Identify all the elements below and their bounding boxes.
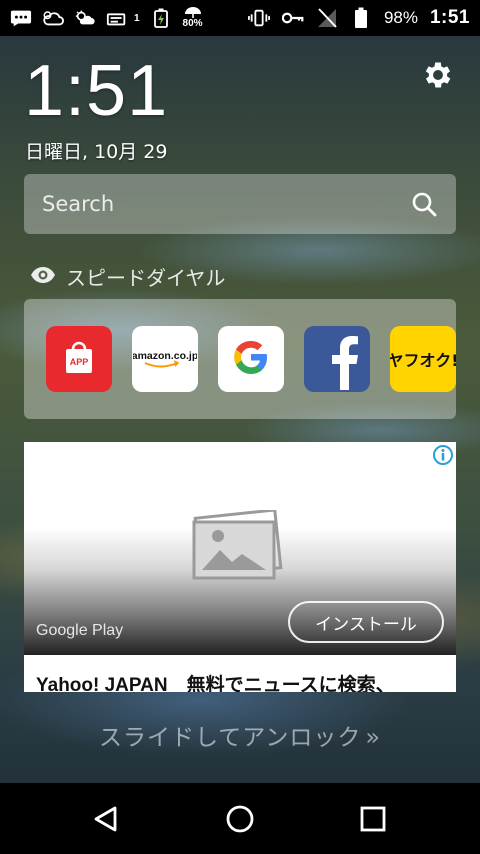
slide-to-unlock[interactable]: スライドしてアンロック» [0, 718, 480, 752]
install-button[interactable]: インストール [288, 601, 444, 643]
image-placeholder-icon [188, 508, 284, 582]
speed-dial-amazon[interactable]: amazon.co.jp [132, 326, 198, 392]
back-triangle-icon [90, 806, 122, 839]
app-icon-text: APP [70, 357, 89, 367]
unlock-label: スライドしてアンロック [98, 725, 362, 751]
search-placeholder: Search [42, 192, 115, 216]
speed-dial-header: スピードダイヤル [30, 262, 225, 291]
amazon-logo-text: amazon.co.jp [133, 350, 197, 362]
vibrate-icon [247, 9, 270, 27]
sim-notification-icon [106, 9, 128, 27]
speed-dial-panel: APP amazon.co.jp ヤフオク! [24, 299, 456, 419]
partly-sunny-icon [74, 9, 96, 27]
messages-icon [10, 9, 32, 27]
speed-dial-app-store[interactable]: APP [46, 326, 112, 392]
speed-dial-facebook[interactable] [304, 326, 370, 392]
ad-title: Yahoo! JAPAN 無料でニュースに検索、 [36, 675, 395, 692]
settings-gear-icon[interactable] [421, 58, 455, 92]
app-store-icon: APP [59, 337, 99, 381]
no-signal-icon [316, 8, 338, 28]
speed-dial-label: スピードダイヤル [66, 266, 226, 290]
umbrella-icon: 80% [182, 4, 204, 32]
status-bar-right: 98% 1:51 [247, 7, 470, 29]
recents-square-icon [357, 806, 389, 839]
battery-charging-icon [150, 8, 172, 28]
lock-clock: 1:51 [24, 51, 169, 131]
status-bar-left: 1 80% [10, 4, 204, 32]
double-chevron-icon: » [365, 723, 382, 751]
ad-info-icon[interactable] [432, 444, 454, 466]
ad-source: Google Play [36, 622, 124, 639]
cloudy-weather-icon [42, 9, 64, 27]
speed-dial-google[interactable] [218, 326, 284, 392]
home-button[interactable] [224, 803, 256, 835]
yahuoku-icon: ヤフオク! [390, 351, 456, 370]
recents-button[interactable] [357, 803, 389, 835]
navigation-bar [0, 783, 480, 854]
ad-media: Google Play インストール [24, 442, 456, 655]
search-icon[interactable] [410, 190, 438, 218]
ad-card[interactable]: Google Play インストール Yahoo! JAPAN 無料でニュースに… [24, 442, 456, 692]
lock-date: 日曜日, 10月 29 [25, 141, 168, 163]
facebook-icon [304, 326, 370, 392]
home-circle-icon [224, 805, 256, 839]
speed-dial-yahuoku[interactable]: ヤフオク! [390, 326, 456, 392]
eye-icon [30, 265, 56, 289]
search-bar[interactable]: Search [24, 174, 456, 234]
battery-percent: 98% [383, 8, 418, 27]
status-bar: 1 80% 98% 1:51 [0, 0, 480, 36]
battery-icon [350, 7, 372, 28]
amazon-icon: amazon.co.jp [132, 337, 198, 381]
status-time: 1:51 [429, 7, 470, 28]
google-icon [229, 335, 273, 383]
back-button[interactable] [90, 803, 122, 835]
rain-chance: 80% [182, 18, 203, 29]
vpn-key-icon [281, 9, 304, 27]
notification-count: 1 [134, 12, 140, 24]
